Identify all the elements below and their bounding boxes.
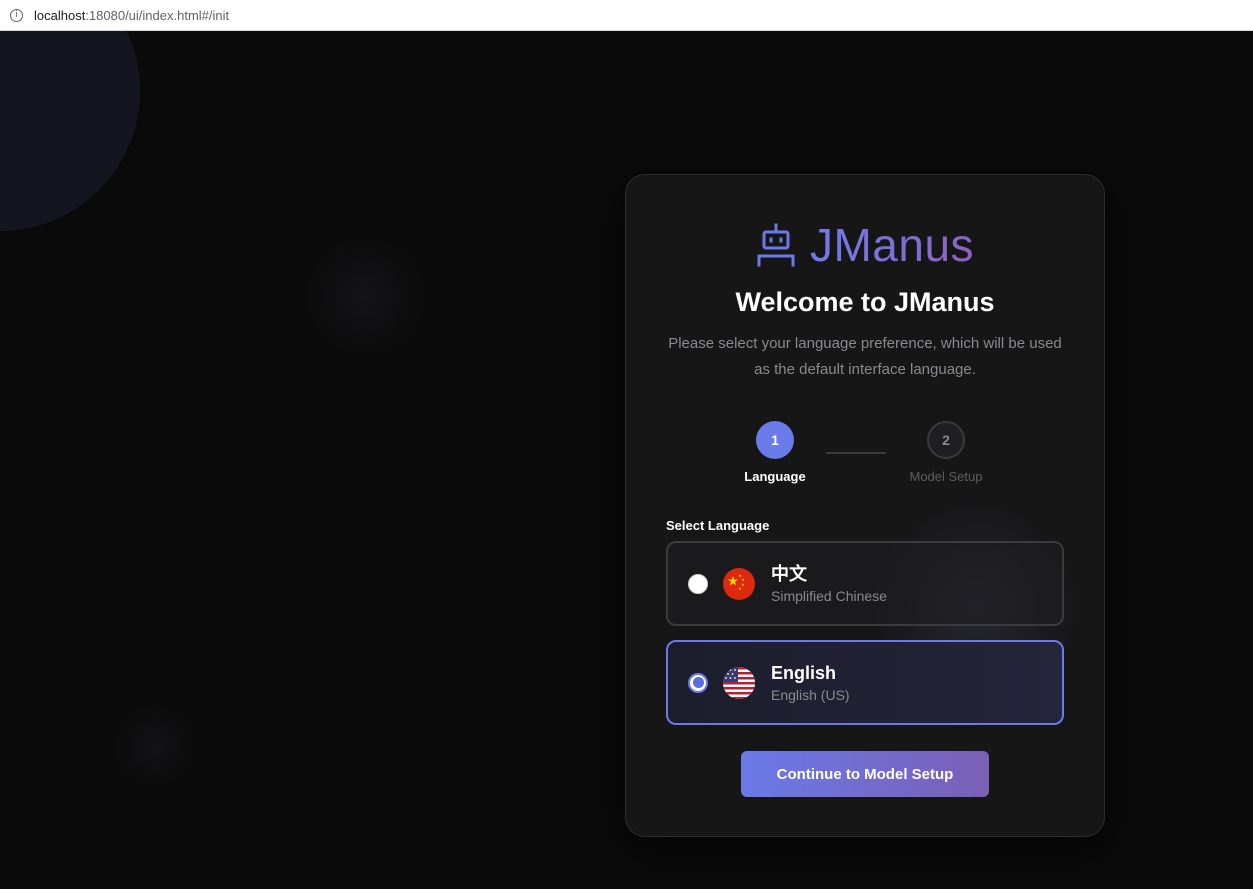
page-title: Welcome to JManus bbox=[735, 287, 995, 317]
step-connector bbox=[826, 452, 886, 454]
page-description: Please select your language preference, … bbox=[668, 335, 1062, 378]
step-indicator: 1 Language 2 Model Setup bbox=[626, 421, 1104, 491]
background-orb bbox=[110, 701, 200, 791]
continue-button[interactable]: Continue to Model Setup bbox=[741, 751, 989, 797]
step-language: 1 Language bbox=[715, 421, 835, 484]
logo-text: JManus bbox=[809, 219, 975, 271]
us-flag-icon bbox=[723, 666, 755, 699]
url-text[interactable]: localhost:18080/ui/index.html#/init bbox=[34, 8, 229, 23]
logo: JManus bbox=[626, 217, 1104, 273]
browser-address-bar[interactable]: i localhost:18080/ui/index.html#/init bbox=[0, 0, 1253, 31]
language-subtitle: Simplified Chinese bbox=[771, 587, 887, 604]
url-host: localhost bbox=[34, 7, 86, 23]
language-option-english[interactable]: English English (US) bbox=[666, 640, 1064, 725]
select-language-label: Select Language bbox=[666, 518, 770, 533]
language-option-chinese[interactable]: 中文 Simplified Chinese bbox=[666, 541, 1064, 626]
language-name: English bbox=[771, 662, 837, 683]
step-model-setup: 2 Model Setup bbox=[886, 421, 1006, 484]
background-orb bbox=[300, 231, 430, 361]
language-option-text: 中文 Simplified Chinese bbox=[771, 563, 887, 605]
init-card: JManus Welcome to JManus Please select y… bbox=[625, 174, 1105, 837]
url-path: :18080/ui/index.html#/init bbox=[85, 7, 230, 23]
radio-chinese[interactable] bbox=[688, 573, 708, 594]
china-flag-icon bbox=[723, 567, 755, 600]
robot-icon bbox=[757, 223, 795, 267]
page-background: JManus Welcome to JManus Please select y… bbox=[0, 31, 1253, 889]
step-label: Model Setup bbox=[909, 469, 983, 484]
step-number: 1 bbox=[756, 421, 794, 459]
info-icon[interactable]: i bbox=[10, 8, 23, 22]
radio-selected-dot bbox=[692, 677, 704, 688]
language-name: 中文 bbox=[771, 563, 807, 584]
step-number: 2 bbox=[927, 421, 965, 459]
language-subtitle: English (US) bbox=[771, 686, 850, 703]
radio-english[interactable] bbox=[688, 672, 708, 693]
step-label: Language bbox=[744, 469, 806, 484]
background-orb bbox=[0, 31, 140, 231]
language-option-text: English English (US) bbox=[771, 662, 850, 704]
